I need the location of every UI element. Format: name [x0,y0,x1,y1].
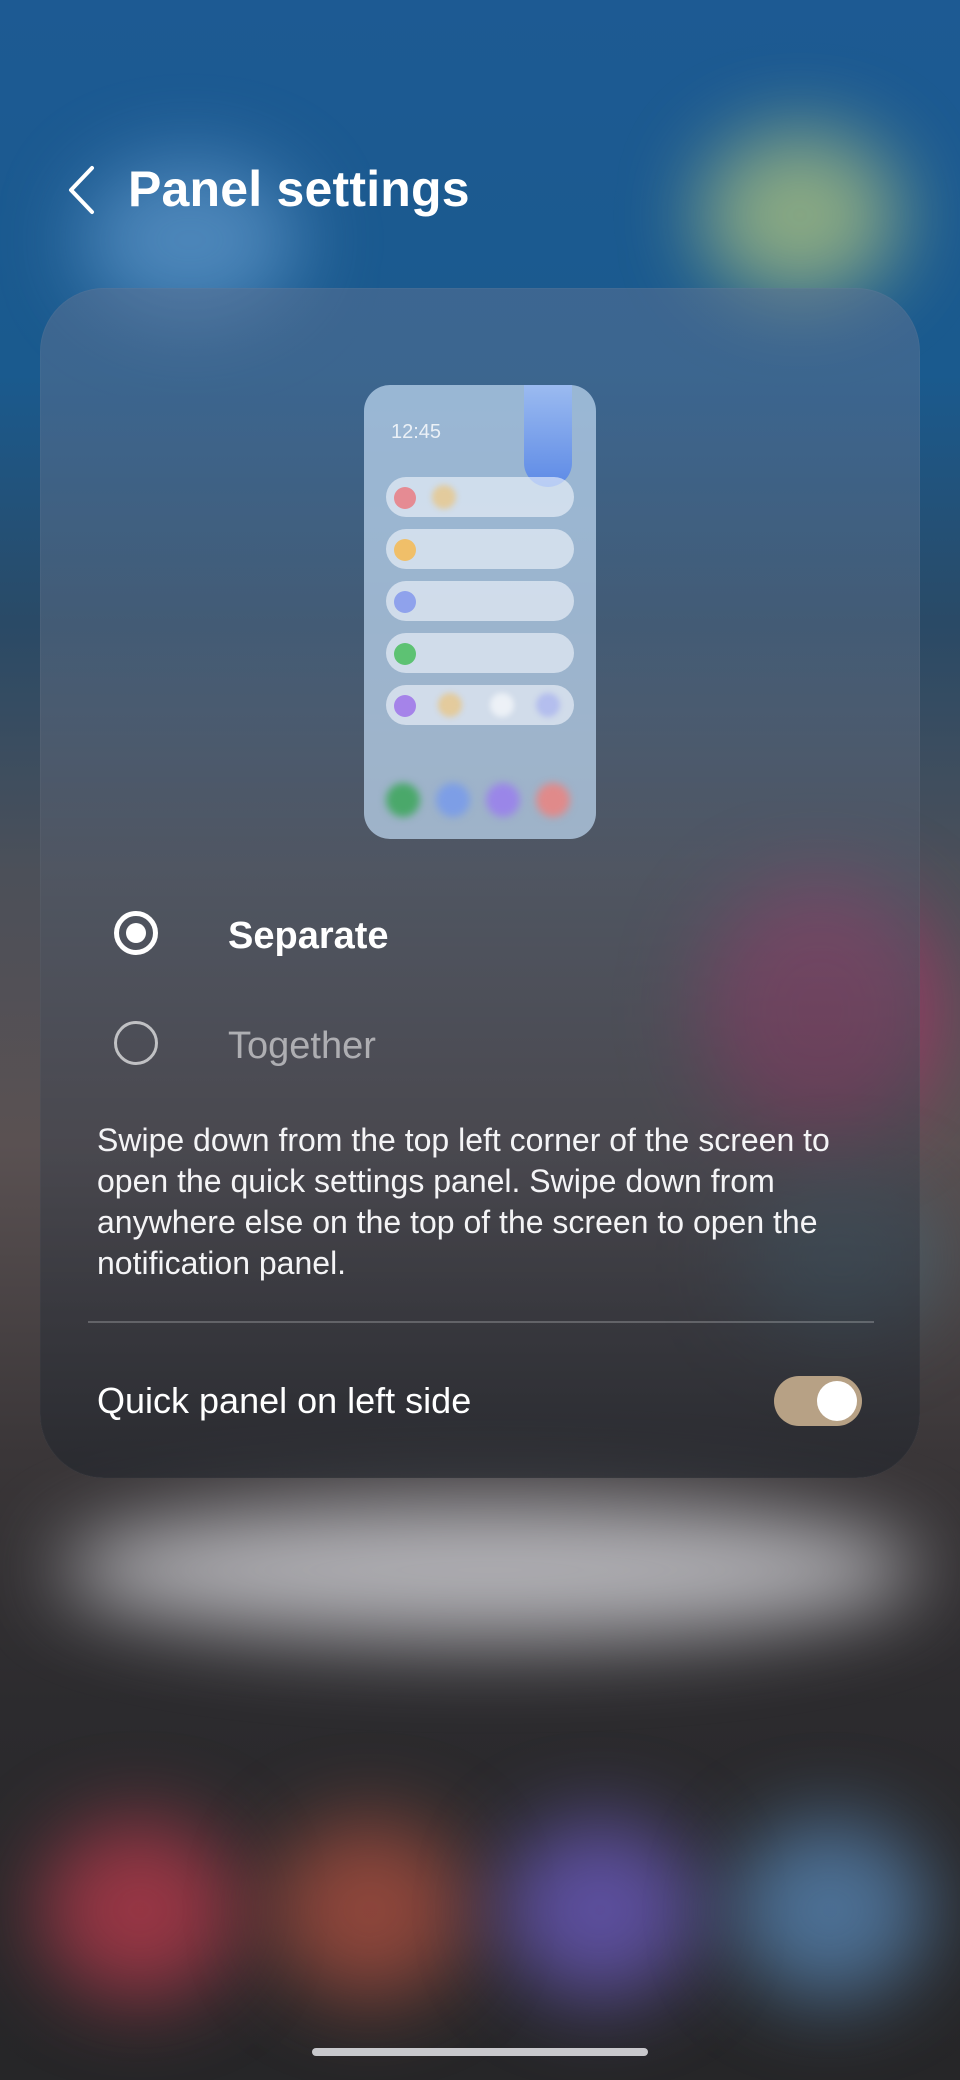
page-title: Panel settings [128,161,470,217]
panel-mode-description: Swipe down from the top left corner of t… [97,1122,830,1281]
divider [88,1321,874,1323]
option-label: Together [228,1025,376,1067]
preview-dock-icon [536,783,570,817]
radio-unselected-icon[interactable] [114,1021,158,1065]
back-button[interactable] [56,158,106,222]
top-app-bar: Panel settings [0,140,960,240]
preview-notification-row [386,581,574,621]
preview-dot-icon [394,487,416,509]
preview-time: 12:45 [391,421,442,443]
preview-dot-icon [394,591,416,613]
quick-panel-left-toggle[interactable] [774,1376,862,1426]
preview-notification-row [386,477,574,517]
chevron-left-icon [69,166,94,214]
preview-notification-row [386,529,574,569]
preview-dock-icon [436,783,470,817]
preview-brightness-pill [524,385,572,487]
toggle-knob [817,1381,857,1421]
preview-dock-icon [386,783,420,817]
panel-settings-card: 12:45 Separate Together Swipe down from … [40,288,920,1478]
preview-dock-icon [486,783,520,817]
quick-panel-left-label: Quick panel on left side [97,1380,472,1421]
panel-preview-illustration: 12:45 [364,385,596,839]
preview-notification-row [386,685,574,725]
gesture-navigation-handle[interactable] [312,2048,648,2056]
option-separate[interactable]: Separate [40,884,920,984]
option-together[interactable]: Together [40,994,920,1094]
preview-dot-icon [394,695,416,717]
preview-dot-icon [394,643,416,665]
preview-dot-icon [394,539,416,561]
option-label: Separate [228,915,389,957]
preview-notification-row [386,633,574,673]
radio-selected-icon[interactable] [114,911,158,955]
